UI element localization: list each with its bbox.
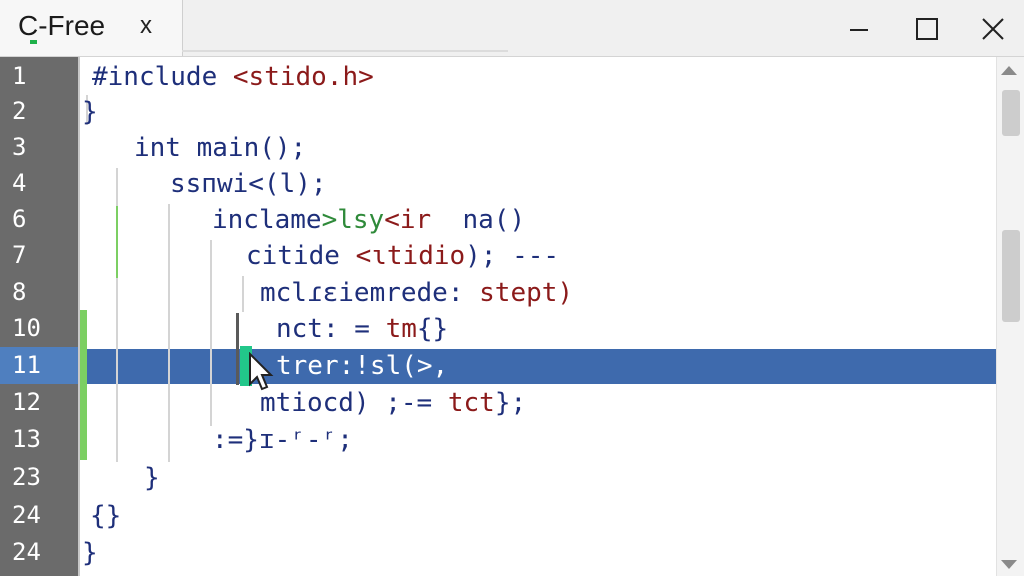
code-token: <stido.h> xyxy=(232,62,374,92)
scroll-thumb-secondary[interactable] xyxy=(1002,230,1020,322)
gutter-row: 6 xyxy=(0,201,78,238)
gutter-row: 23 xyxy=(0,459,78,496)
tab-strip-divider xyxy=(182,50,508,52)
code-line[interactable]: } xyxy=(82,95,98,129)
code-token: tct xyxy=(447,388,495,418)
gutter-row: 3 xyxy=(0,129,78,166)
scroll-thumb[interactable] xyxy=(1002,90,1020,136)
gutter-row: 10 xyxy=(0,310,78,347)
scroll-up-icon[interactable] xyxy=(1001,66,1017,75)
code-token: } xyxy=(144,463,160,493)
gutter-row: 24 xyxy=(0,497,78,534)
gutter-row: 1 xyxy=(0,58,78,95)
code-line[interactable]: mclɾɛiemrede: stept) xyxy=(260,276,573,310)
code-token: ); --- xyxy=(465,241,560,271)
code-token: } xyxy=(82,538,98,568)
tab-c-free[interactable]: C-Free x xyxy=(0,0,183,56)
indent-guide xyxy=(242,276,244,312)
code-token: <ɩtidio xyxy=(355,241,466,271)
minimize-button[interactable] xyxy=(846,14,876,44)
code-token: :=}ɪ-ʳ-ʳ; xyxy=(212,425,353,455)
code-token: ssпwi<(l); xyxy=(170,169,327,199)
code-line[interactable]: mtiocd) ;-= tct}; xyxy=(260,386,526,420)
code-line[interactable]: :=}ɪ-ʳ-ʳ; xyxy=(212,423,353,457)
indent-guide xyxy=(210,240,212,426)
code-line[interactable]: int main(); xyxy=(134,131,306,165)
indent-guide-active xyxy=(236,313,239,385)
line-number: 8 xyxy=(12,278,27,306)
code-token: mclɾɛiemrede: xyxy=(260,278,480,308)
code-line[interactable]: } xyxy=(82,536,98,570)
code-token: } xyxy=(82,97,98,127)
scroll-down-icon[interactable] xyxy=(1001,560,1017,569)
code-token: {} xyxy=(416,314,449,344)
code-line[interactable]: inclame>lsy<ir na() xyxy=(212,203,525,237)
code-token: na() xyxy=(462,205,526,235)
mouse-pointer-icon xyxy=(249,352,274,391)
minimize-icon xyxy=(850,29,868,31)
tab-accent-mark xyxy=(30,40,37,44)
code-token: tm xyxy=(385,314,417,344)
gutter-row: 8 xyxy=(0,274,78,311)
current-line-highlight xyxy=(80,349,996,384)
line-number: 11 xyxy=(12,351,41,379)
line-number: 12 xyxy=(12,388,41,416)
maximize-button[interactable] xyxy=(912,14,942,44)
change-marker xyxy=(80,310,87,460)
code-line[interactable]: {} xyxy=(90,499,121,533)
code-line[interactable]: ssпwi<(l); xyxy=(170,167,327,201)
code-token: #include xyxy=(92,62,233,92)
line-number: 7 xyxy=(12,241,27,269)
code-line[interactable]: nct: = tm{} xyxy=(276,312,448,346)
code-line[interactable]: citide <ɩtidio); --- xyxy=(246,239,559,273)
gutter-row: 24 xyxy=(0,534,78,571)
code-token: nct: = xyxy=(276,314,386,344)
code-token: mtiocd) ;-= xyxy=(260,388,448,418)
line-number: 24 xyxy=(12,538,41,566)
line-number: 10 xyxy=(12,314,41,342)
code-token: <ir xyxy=(384,205,463,235)
line-number: 24 xyxy=(12,501,41,529)
indent-guide xyxy=(168,204,170,462)
code-token: stept) xyxy=(479,278,574,308)
gutter-row: 2 xyxy=(0,93,78,130)
code-token: inclame xyxy=(212,205,322,235)
code-token: int main(); xyxy=(134,133,307,163)
code-line[interactable]: trer:!sl(>, xyxy=(276,349,448,383)
maximize-icon xyxy=(916,18,938,40)
tab-close-button[interactable]: x xyxy=(140,12,152,40)
gutter-row: 11 xyxy=(0,347,78,384)
line-number: 3 xyxy=(12,133,27,161)
gutter-row: 4 xyxy=(0,165,78,202)
code-token: >lsy xyxy=(321,205,385,235)
code-token: }; xyxy=(494,388,527,418)
gutter-row: 12 xyxy=(0,384,78,421)
code-token: {} xyxy=(90,501,122,531)
tab-title: C-Free xyxy=(18,10,106,41)
line-number: 13 xyxy=(12,425,41,453)
code-token: trer:!sl(>, xyxy=(276,351,449,381)
line-number: 4 xyxy=(12,169,27,197)
title-bar: C-Free x xyxy=(0,0,1024,56)
change-marker xyxy=(116,206,118,278)
line-number: 2 xyxy=(12,97,27,125)
gutter-row: 7 xyxy=(0,237,78,274)
close-icon xyxy=(982,18,1004,40)
code-line[interactable]: } xyxy=(144,461,160,495)
line-number: 23 xyxy=(12,463,41,491)
code-line[interactable]: #include <stido.h> xyxy=(92,60,374,94)
gutter-row: 13 xyxy=(0,421,78,458)
line-number: 1 xyxy=(12,62,27,90)
close-window-button[interactable] xyxy=(978,14,1008,44)
line-number: 6 xyxy=(12,205,27,233)
code-token: citide xyxy=(246,241,356,271)
